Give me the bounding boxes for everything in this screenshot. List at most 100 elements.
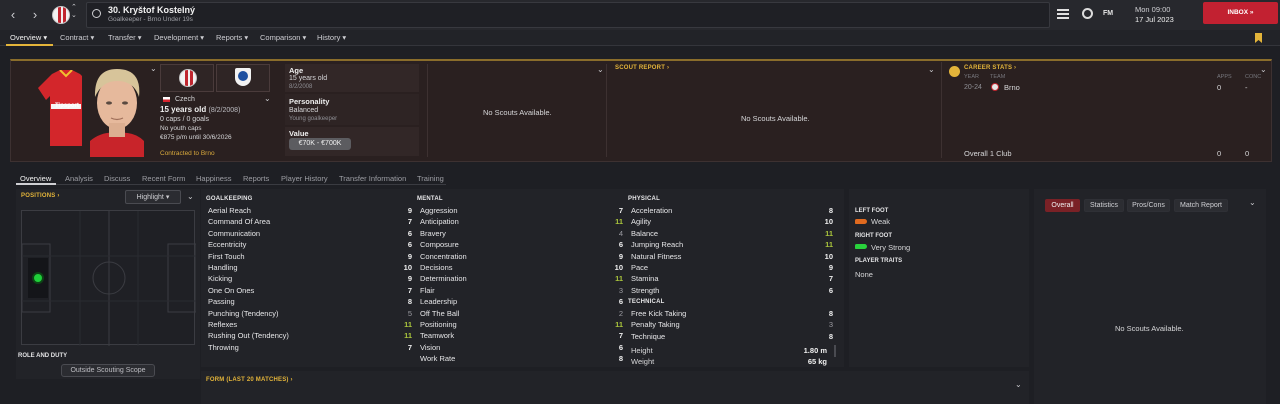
left-foot-title: LEFT FOOT [855,208,889,214]
player-switch-icon[interactable]: ⌃ ⌄ [71,4,77,20]
title-bar[interactable] [86,2,1050,28]
contracted-link[interactable]: Contracted to Brno [160,150,215,157]
attribute-row[interactable]: Penalty Taking 3 [631,320,833,331]
club-crest-icon [179,69,197,87]
attribute-row[interactable]: Reflexes 11 [208,320,412,331]
attribute-row[interactable]: Determination 11 [420,274,623,285]
attribute-name: Aggression [420,206,458,215]
attribute-row[interactable]: Handling 10 [208,263,412,274]
career-row-team[interactable]: Brno [1004,83,1020,92]
role-duty-button[interactable]: Outside Scouting Scope [61,364,155,377]
positions-title[interactable]: POSITIONS › [21,193,60,199]
scout-summary-message: No Scouts Available. [483,108,552,117]
attribute-row[interactable]: Composure 6 [420,240,623,251]
fm-logo[interactable]: FM [1103,10,1113,17]
subtab-transfer-information[interactable]: Transfer Information [339,174,406,183]
attribute-value: 11 [404,319,412,329]
attribute-value: 6 [618,297,623,307]
attribute-row[interactable]: Aerial Reach 9 [208,206,412,217]
attribute-row[interactable]: Teamwork 7 [420,331,623,342]
attribute-row[interactable]: Positioning 11 [420,320,623,331]
subtab-analysis[interactable]: Analysis [65,174,93,183]
chevron-down-icon[interactable]: ⌄ [928,65,935,74]
club-crest-icon[interactable] [52,6,70,24]
attribute-row[interactable]: Agility 10 [631,217,833,228]
attribute-row[interactable]: Leadership 6 [420,297,623,308]
attribute-row[interactable]: Vision 6 [420,343,623,354]
chevron-down-icon[interactable]: ⌄ [264,94,271,103]
attribute-row[interactable]: Work Rate 8 [420,354,623,365]
tab-pros-cons[interactable]: Pros/Cons [1127,199,1170,212]
subtab-happiness[interactable]: Happiness [196,174,231,183]
menu-transfer[interactable]: Transfer ▾ [108,33,142,42]
attribute-row[interactable]: Free Kick Taking 8 [631,309,833,320]
forward-button[interactable]: › [28,7,42,23]
chevron-down-icon[interactable]: ⌄ [150,64,157,73]
attribute-row[interactable]: Natural Fitness 10 [631,252,833,263]
menu-development[interactable]: Development ▾ [154,33,204,42]
subtab-overview[interactable]: Overview [20,174,51,183]
attribute-row[interactable]: Bravery 4 [420,229,623,240]
attribute-row[interactable]: Communication 6 [208,229,412,240]
attribute-name: Balance [631,228,659,238]
menu-reports[interactable]: Reports ▾ [216,33,248,42]
menu-icon[interactable] [1057,9,1069,19]
technical-attributes: Free Kick Taking 8 Penalty Taking 3 Techniqu… [631,309,833,343]
chevron-down-icon[interactable]: ⌄ [187,192,194,201]
menu-comparison[interactable]: Comparison ▾ [260,33,306,42]
attribute-value: 6 [828,285,833,295]
inbox-button[interactable]: INBOX » [1203,2,1278,24]
attribute-row[interactable]: Strength 6 [631,286,833,297]
attribute-row[interactable]: Anticipation 11 [420,217,623,228]
subtab-training[interactable]: Training [417,174,444,183]
career-row-conc: - [1245,83,1248,92]
attribute-row[interactable]: Concentration 9 [420,252,623,263]
subtab-recent-form[interactable]: Recent Form [142,174,185,183]
value-range-badge[interactable]: €70K - €700K [289,138,351,150]
highlight-dropdown[interactable]: Highlight ▾ [125,190,181,204]
chevron-down-icon[interactable]: ⌄ [1015,380,1022,389]
subtab-reports[interactable]: Reports [243,174,269,183]
scout-report-title[interactable]: SCOUT REPORT › [615,65,669,71]
attribute-row[interactable]: Kicking 9 [208,274,412,285]
tab-match-report[interactable]: Match Report [1174,199,1228,212]
attribute-row[interactable]: Command Of Area 7 [208,217,412,228]
attribute-row[interactable]: Off The Ball 2 [420,309,623,320]
attribute-row[interactable]: Acceleration 8 [631,206,833,217]
form-title[interactable]: FORM (LAST 20 MATCHES) › [206,377,293,383]
menu-history[interactable]: History ▾ [317,33,346,42]
attribute-row[interactable]: Passing 8 [208,297,412,308]
chevron-down-icon[interactable]: ⌄ [1260,65,1267,74]
attribute-row[interactable]: One On Ones 7 [208,286,412,297]
scrollbar[interactable] [834,345,836,357]
tab-overall[interactable]: Overall [1045,199,1080,212]
search-icon[interactable] [92,9,101,18]
menu-overview[interactable]: Overview ▾ [10,33,47,42]
height-row: Height 1.80 m [631,346,827,355]
attribute-row[interactable]: Pace 9 [631,263,833,274]
attribute-row[interactable]: Jumping Reach 11 [631,240,833,251]
chevron-down-icon[interactable]: ⌄ [1249,198,1256,207]
attribute-row[interactable]: Throwing 7 [208,343,412,354]
tab-statistics[interactable]: Statistics [1084,199,1124,212]
goalkeeping-attributes: Aerial Reach 9 Command Of Area 7 Communicati… [208,206,412,354]
attribute-row[interactable]: First Touch 9 [208,252,412,263]
subtab-player-history[interactable]: Player History [281,174,328,183]
attribute-row[interactable]: Eccentricity 6 [208,240,412,251]
attribute-row[interactable]: Aggression 7 [420,206,623,217]
chevron-down-icon[interactable]: ⌄ [597,65,604,74]
menu-contract[interactable]: Contract ▾ [60,33,94,42]
career-stats-title[interactable]: CAREER STATS › [964,65,1016,71]
back-button[interactable]: ‹ [6,7,20,23]
attribute-row[interactable]: Flair 3 [420,286,623,297]
attribute-row[interactable]: Technique 8 [631,332,833,343]
attribute-row[interactable]: Stamina 7 [631,274,833,285]
globe-icon[interactable] [1082,8,1093,19]
subtab-discuss[interactable]: Discuss [104,174,130,183]
attribute-row[interactable]: Rushing Out (Tendency) 11 [208,331,412,342]
col-apps: APPS [1217,74,1232,80]
attribute-row[interactable]: Punching (Tendency) 5 [208,309,412,320]
attribute-row[interactable]: Decisions 10 [420,263,623,274]
goalkeeper-position-marker[interactable] [32,272,44,284]
attribute-row[interactable]: Balance 11 [631,229,833,240]
